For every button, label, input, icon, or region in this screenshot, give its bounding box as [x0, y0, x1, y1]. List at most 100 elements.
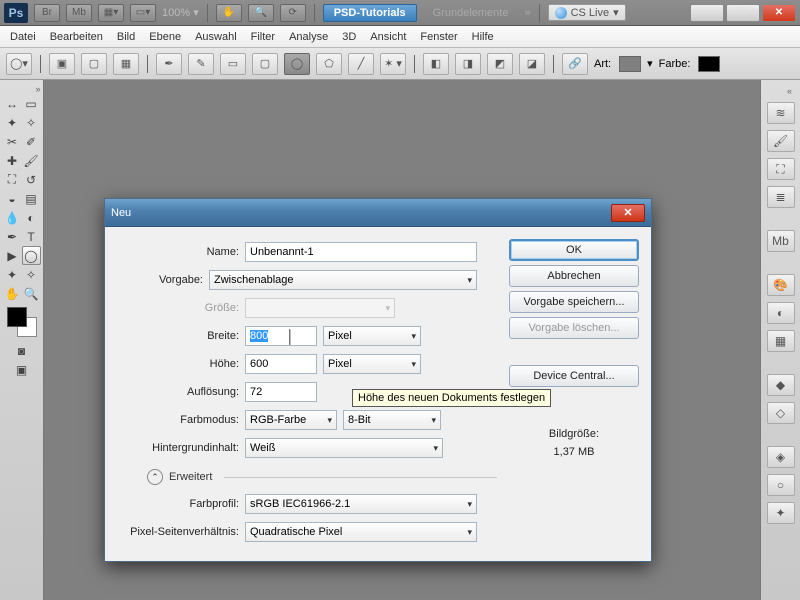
pen-tool-icon[interactable]: ✒ — [3, 227, 22, 246]
color-swatches[interactable] — [7, 307, 37, 337]
blur-icon[interactable]: 💧 — [3, 208, 22, 227]
brushes-icon[interactable]: 🖌 — [767, 130, 795, 152]
menu-analysis[interactable]: Analyse — [289, 31, 328, 43]
width-unit-select[interactable]: Pixel — [323, 326, 421, 346]
combine-intersect-icon[interactable]: ◩ — [487, 53, 513, 75]
fill-pixels-icon[interactable]: ▦ — [113, 53, 139, 75]
crop-icon[interactable]: ✂ — [3, 132, 22, 151]
mode-select[interactable]: RGB-Farbe — [245, 410, 337, 430]
cancel-button[interactable]: Abbrechen — [509, 265, 639, 287]
resolution-input[interactable] — [245, 382, 317, 402]
3d-camera-icon[interactable]: ✧ — [22, 265, 41, 284]
mb-panel-icon[interactable]: Mb — [767, 230, 795, 252]
combine-add-icon[interactable]: ◧ — [423, 53, 449, 75]
depth-select[interactable]: 8-Bit — [343, 410, 441, 430]
3d-icon[interactable]: ✦ — [3, 265, 22, 284]
clone-source-icon[interactable]: ⛶ — [767, 158, 795, 180]
hand-tool-icon[interactable]: ✋ — [3, 284, 22, 303]
lasso-icon[interactable]: ✦ — [3, 113, 22, 132]
custom-shape-icon[interactable]: ✶ ▾ — [380, 53, 406, 75]
paths-icon[interactable]: ▢ — [81, 53, 107, 75]
shape-layers-icon[interactable]: ▣ — [49, 53, 75, 75]
history-brush-icon[interactable]: ↺ — [22, 170, 41, 189]
menu-select[interactable]: Auswahl — [195, 31, 237, 43]
bridge-launcher[interactable]: Br — [34, 4, 60, 22]
zoom-tool-icon[interactable]: 🔍 — [22, 284, 41, 303]
cs-live-button[interactable]: CS Live ▾ — [548, 4, 626, 21]
wand-icon[interactable]: ✧ — [22, 113, 41, 132]
styles-panel-icon[interactable]: ◐ — [767, 302, 795, 324]
chevron-right-icon[interactable]: » — [524, 7, 530, 19]
name-input[interactable] — [245, 242, 477, 262]
preset-panel-icon[interactable]: ▦ — [767, 330, 795, 352]
layers-icon[interactable]: ≣ — [767, 186, 795, 208]
eraser-icon[interactable]: ◒ — [3, 189, 22, 208]
adjustments-icon[interactable]: ≋ — [767, 102, 795, 124]
combine-subtract-icon[interactable]: ◨ — [455, 53, 481, 75]
workspace-tab[interactable]: Grundelemente — [423, 5, 519, 21]
brush-icon[interactable]: 🖌 — [22, 151, 41, 170]
line-icon[interactable]: ╱ — [348, 53, 374, 75]
path-select-icon[interactable]: ▶ — [3, 246, 22, 265]
type-icon[interactable]: T — [22, 227, 41, 246]
window-maximize[interactable]: ☐ — [726, 4, 760, 22]
height-input[interactable] — [245, 354, 317, 374]
rectangle-icon[interactable]: ▭ — [220, 53, 246, 75]
ellipse-icon[interactable]: ◯ — [284, 53, 310, 75]
shape-tool-icon[interactable]: ◯ — [22, 246, 41, 265]
menu-edit[interactable]: Bearbeiten — [50, 31, 103, 43]
eyedropper-icon[interactable]: ✐ — [22, 132, 41, 151]
preset-select[interactable]: Zwischenablage — [209, 270, 477, 290]
pen-icon[interactable]: ✒ — [156, 53, 182, 75]
mini-bridge-launcher[interactable]: Mb — [66, 4, 92, 22]
freeform-pen-icon[interactable]: ✎ — [188, 53, 214, 75]
combine-exclude-icon[interactable]: ◪ — [519, 53, 545, 75]
dodge-icon[interactable]: ◐ — [22, 208, 41, 227]
quickmask-icon[interactable]: ◙ — [12, 341, 31, 360]
gradient-icon[interactable]: ▤ — [22, 189, 41, 208]
menu-3d[interactable]: 3D — [342, 31, 356, 43]
lock-icon[interactable]: 🔗 — [562, 53, 588, 75]
marquee-icon[interactable]: ▭ — [22, 94, 41, 113]
menu-filter[interactable]: Filter — [251, 31, 275, 43]
dialog-close[interactable]: ✕ — [611, 204, 645, 222]
swatches-panel-icon[interactable]: 🎨 — [767, 274, 795, 296]
history-panel-icon[interactable]: ◈ — [767, 446, 795, 468]
zoom-readout[interactable]: 100% ▾ — [162, 6, 199, 19]
zoom-icon[interactable]: 🔍 — [248, 4, 274, 22]
channels-panel-icon[interactable]: ◆ — [767, 374, 795, 396]
stamp-icon[interactable]: ⛶ — [3, 170, 22, 189]
save-preset-button[interactable]: Vorgabe speichern... — [509, 291, 639, 313]
menu-image[interactable]: Bild — [117, 31, 135, 43]
menu-view[interactable]: Ansicht — [370, 31, 406, 43]
advanced-toggle[interactable]: ⌃ Erweitert — [147, 469, 497, 485]
dialog-titlebar[interactable]: Neu ✕ — [105, 199, 651, 227]
actions-panel-icon[interactable]: ✦ — [767, 502, 795, 524]
menu-layer[interactable]: Ebene — [149, 31, 181, 43]
workspace-tab-active[interactable]: PSD-Tutorials — [323, 4, 417, 22]
rotate-view-icon[interactable]: ⟳ — [280, 4, 306, 22]
window-minimize[interactable]: ─ — [690, 4, 724, 22]
bg-select[interactable]: Weiß — [245, 438, 443, 458]
profile-select[interactable]: sRGB IEC61966-2.1 — [245, 494, 477, 514]
window-close[interactable]: ✕ — [762, 4, 796, 22]
color-swatch[interactable] — [698, 56, 720, 72]
width-input[interactable]: 800│ — [245, 326, 317, 346]
current-tool-icon[interactable]: ◯▾ — [6, 53, 32, 75]
fg-color[interactable] — [7, 307, 27, 327]
device-central-button[interactable]: Device Central... — [509, 365, 639, 387]
move-icon[interactable]: ↔ — [3, 94, 22, 113]
menu-file[interactable]: Datei — [10, 31, 36, 43]
ok-button[interactable]: OK — [509, 239, 639, 261]
rounded-rect-icon[interactable]: ▢ — [252, 53, 278, 75]
arrange-docs-icon[interactable]: ▦▾ — [98, 4, 124, 22]
style-swatch[interactable] — [619, 56, 641, 72]
polygon-icon[interactable]: ⬠ — [316, 53, 342, 75]
pixel-ratio-select[interactable]: Quadratische Pixel — [245, 522, 477, 542]
color-panel-icon[interactable]: ○ — [767, 474, 795, 496]
menu-window[interactable]: Fenster — [420, 31, 457, 43]
heal-icon[interactable]: ✚ — [3, 151, 22, 170]
screen-mode-icon[interactable]: ▭▾ — [130, 4, 156, 22]
paths-panel-icon[interactable]: ◇ — [767, 402, 795, 424]
screen-mode2-icon[interactable]: ▣ — [12, 360, 31, 379]
